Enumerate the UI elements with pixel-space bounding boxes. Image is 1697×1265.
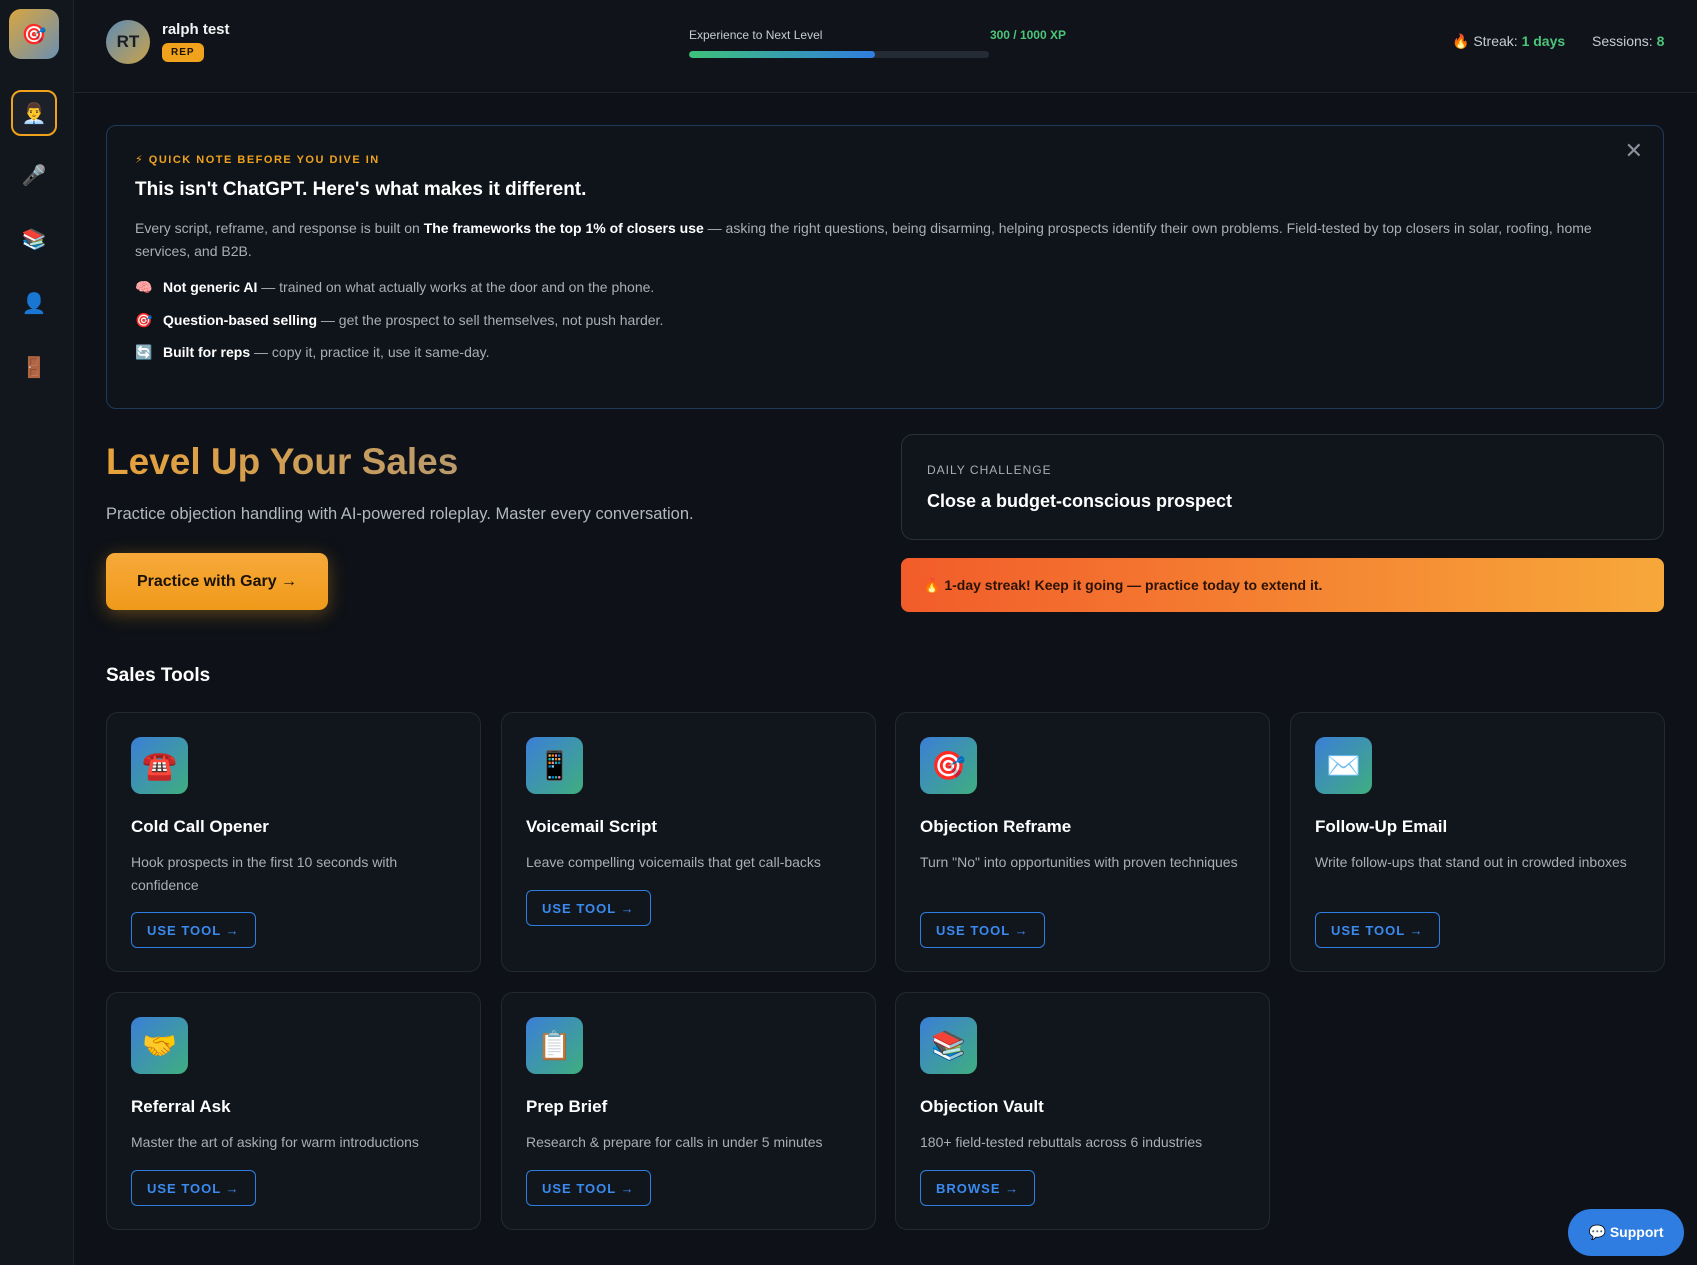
note-title: This isn't ChatGPT. Here's what makes it…: [135, 179, 587, 200]
books-icon: 📚: [920, 1017, 977, 1074]
streak-banner: 🔥 1-day streak! Keep it going — practice…: [901, 558, 1664, 612]
sidebar-item-practice[interactable]: 🎤: [11, 152, 57, 198]
sales-tools-heading: Sales Tools: [106, 665, 211, 686]
xp-value: 300 / 1000 XP: [989, 28, 1066, 42]
sidebar-item-library[interactable]: 📚: [11, 216, 57, 262]
note-body-text: Every script, reframe, and response is b…: [135, 220, 424, 236]
streak-stat: 🔥 Streak: 1 days: [1452, 33, 1565, 50]
practice-with-gary-button[interactable]: Practice with Gary →: [106, 553, 328, 610]
use-tool-button[interactable]: USE TOOL →: [1315, 912, 1440, 948]
sidebar-item-profile[interactable]: 👨‍💼: [11, 90, 57, 136]
note-kicker: ⚡ QUICK NOTE BEFORE YOU DIVE IN: [135, 154, 380, 166]
card-description: Turn "No" into opportunities with proven…: [920, 854, 1238, 870]
card-description: Hook prospects in the first 10 seconds w…: [131, 854, 398, 893]
note-bullet: 🧠 Not generic AI — trained on what actual…: [135, 279, 654, 296]
note-body: Every script, reframe, and response is b…: [135, 217, 1635, 263]
daily-challenge-card[interactable]: DAILY CHALLENGE Close a budget-conscious…: [901, 434, 1664, 540]
telephone-icon: ☎️: [131, 737, 188, 794]
sessions-value: 8: [1656, 33, 1665, 49]
card-title: Prep Brief: [526, 1097, 608, 1116]
use-tool-button[interactable]: USE TOOL →: [131, 1170, 256, 1206]
close-icon[interactable]: ✕: [1625, 138, 1643, 164]
card-title: Voicemail Script: [526, 817, 658, 836]
tool-card-objection-reframe[interactable]: 🎯 Objection Reframe Turn "No" into oppor…: [895, 712, 1270, 972]
tool-card-prep-brief[interactable]: 📋 Prep Brief Research & prepare for call…: [501, 992, 876, 1230]
card-title: Objection Reframe: [920, 817, 1072, 836]
use-tool-button[interactable]: USE TOOL →: [920, 912, 1045, 948]
card-title: Cold Call Opener: [131, 817, 269, 836]
bullet-text: — copy it, practice it, use it same-day.: [250, 344, 490, 360]
tool-card-cold-call-opener[interactable]: ☎️ Cold Call Opener Hook prospects in th…: [106, 712, 481, 972]
bullet-bold: Not generic AI: [163, 279, 258, 295]
brain-icon: 🧠: [135, 279, 153, 295]
top-header: RT ralph test REP Experience to Next Lev…: [74, 0, 1697, 93]
tool-card-voicemail-script[interactable]: 📱 Voicemail Script Leave compelling voic…: [501, 712, 876, 972]
rank-badge: REP: [162, 43, 204, 62]
bullet-bold: Question-based selling: [163, 312, 318, 328]
card-description: Master the art of asking for warm introd…: [131, 1134, 419, 1150]
xp-progress-bar: [689, 51, 989, 58]
bullet-bold: Built for reps: [163, 344, 251, 360]
tool-card-follow-up-email[interactable]: ✉️ Follow-Up Email Write follow-ups that…: [1290, 712, 1665, 972]
tool-card-referral-ask[interactable]: 🤝 Referral Ask Master the art of asking …: [106, 992, 481, 1230]
hero-subtitle: Practice objection handling with AI-powe…: [106, 505, 694, 523]
avatar[interactable]: RT: [106, 20, 150, 64]
quick-note-panel: ⚡ QUICK NOTE BEFORE YOU DIVE IN ✕ This i…: [106, 125, 1664, 409]
use-tool-button[interactable]: USE TOOL →: [526, 890, 651, 926]
refresh-icon: 🔄: [135, 344, 153, 360]
card-title: Referral Ask: [131, 1097, 231, 1116]
browse-button[interactable]: BROWSE →: [920, 1170, 1036, 1206]
card-title: Follow-Up Email: [1315, 817, 1448, 836]
card-description: 180+ field-tested rebuttals across 6 ind…: [920, 1134, 1203, 1150]
sidebar-item-account[interactable]: 👤: [11, 280, 57, 326]
challenge-text: Close a budget-conscious prospect: [927, 491, 1233, 511]
note-body-bold: The frameworks the top 1% of closers use: [423, 220, 704, 236]
note-bullet: 🔄 Built for reps — copy it, practice it, …: [135, 344, 490, 361]
bullet-text: — trained on what actually works at the …: [257, 279, 655, 295]
sidebar: 🎯 👨‍💼 🎤 📚 👤 🚪: [0, 0, 74, 1265]
xp-progress-fill: [689, 51, 875, 58]
fire-icon: 🔥: [1452, 33, 1470, 49]
challenge-label: DAILY CHALLENGE: [927, 463, 1052, 477]
card-description: Research & prepare for calls in under 5 …: [526, 1134, 823, 1150]
card-title: Objection Vault: [920, 1097, 1044, 1116]
sessions-stat: Sessions: 8: [1592, 33, 1664, 49]
target-icon: 🎯: [135, 312, 153, 328]
use-tool-button[interactable]: USE TOOL →: [526, 1170, 651, 1206]
mobile-phone-icon: 📱: [526, 737, 583, 794]
support-button[interactable]: 💬 Support: [1568, 1209, 1684, 1256]
clipboard-icon: 📋: [526, 1017, 583, 1074]
sidebar-item-logout[interactable]: 🚪: [11, 344, 57, 390]
streak-label: Streak:: [1473, 33, 1518, 49]
card-description: Write follow-ups that stand out in crowd…: [1315, 854, 1627, 870]
hero-title: Level Up Your Sales: [106, 441, 459, 482]
streak-value: 1 days: [1521, 33, 1566, 49]
user-name: ralph test: [162, 21, 230, 38]
tool-card-objection-vault[interactable]: 📚 Objection Vault 180+ field-tested rebu…: [895, 992, 1270, 1230]
target-icon: 🎯: [920, 737, 977, 794]
envelope-icon: ✉️: [1315, 737, 1372, 794]
card-description: Leave compelling voicemails that get cal…: [526, 854, 821, 870]
use-tool-button[interactable]: USE TOOL →: [131, 912, 256, 948]
note-bullet: 🎯 Question-based selling — get the prospe…: [135, 312, 663, 329]
handshake-icon: 🤝: [131, 1017, 188, 1074]
bullet-text: — get the prospect to sell themselves, n…: [317, 312, 664, 328]
xp-label: Experience to Next Level: [689, 28, 823, 42]
sessions-label: Sessions:: [1592, 33, 1653, 49]
app-logo-icon[interactable]: 🎯: [9, 9, 59, 59]
